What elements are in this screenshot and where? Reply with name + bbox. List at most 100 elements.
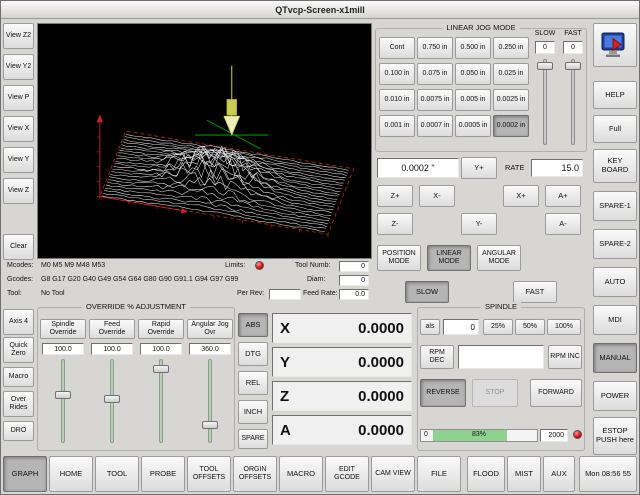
rpm-dec-button[interactable]: RPM DEC — [420, 345, 454, 369]
slider-handle[interactable] — [565, 62, 581, 70]
home-tab-button[interactable]: HOME — [49, 456, 93, 492]
spindle-forward-button[interactable]: FORWARD — [530, 379, 582, 407]
view-p-button[interactable]: View P — [3, 85, 34, 111]
slider-handle[interactable] — [202, 421, 218, 429]
jog-x-plus-button[interactable]: X+ — [503, 185, 539, 207]
jog-increment-button[interactable]: 0.500 in — [455, 37, 491, 59]
axis-4-tab[interactable]: Axis 4 — [3, 309, 34, 335]
jog-increment-button[interactable]: 0.0007 in — [417, 115, 453, 137]
slider-handle[interactable] — [104, 395, 120, 403]
jog-fast-speed-field[interactable]: 0 — [563, 41, 583, 54]
abs-button[interactable]: ABS — [238, 313, 268, 337]
jog-increment-button[interactable]: 0.750 in — [417, 37, 453, 59]
cam-view-tab-button[interactable]: CAM VIEW — [371, 456, 415, 492]
spare2-button[interactable]: SPARE-2 — [593, 229, 637, 259]
jog-fast-slider[interactable] — [564, 59, 582, 145]
window-titlebar[interactable]: QTvcp-Screen-x1mill — [1, 1, 639, 19]
spare1-button[interactable]: SPARE-1 — [593, 191, 637, 221]
full-button[interactable]: Full — [593, 115, 637, 143]
feed-override-slider[interactable] — [103, 359, 121, 443]
jog-increment-button[interactable]: 0.250 in — [493, 37, 529, 59]
graph-tab-button[interactable]: GRAPH — [3, 456, 47, 492]
quick-zero-tab[interactable]: Quick Zero — [3, 337, 34, 363]
view-z2-button[interactable]: View Z2 — [3, 23, 34, 49]
jog-increment-button-selected[interactable]: 0.0002 in — [493, 115, 529, 137]
position-mode-button[interactable]: POSITION MODE — [377, 245, 421, 271]
jog-y-minus-button[interactable]: Y- — [461, 213, 497, 235]
rapid-override-slider[interactable] — [152, 359, 170, 443]
flood-button[interactable]: FLOOD — [467, 456, 505, 492]
jog-increment-button[interactable]: 0.100 in — [379, 63, 415, 85]
exit-button[interactable] — [593, 23, 637, 67]
jog-a-plus-button[interactable]: A+ — [545, 185, 581, 207]
view-y-button[interactable]: View Y — [3, 147, 34, 173]
macro-tab-button[interactable]: MACRO — [279, 456, 323, 492]
view-y2-button[interactable]: View Y2 — [3, 54, 34, 80]
jog-increment-button[interactable]: 0.0025 in — [493, 89, 529, 111]
spindle-100-button[interactable]: 100% — [547, 319, 581, 335]
rapid-override-button[interactable]: Rapid Override — [138, 319, 184, 339]
rpm-inc-button[interactable]: RPM INC — [548, 345, 582, 369]
jog-slow-button[interactable]: SLOW — [405, 281, 449, 303]
keyboard-button[interactable]: KEY BOARD — [593, 149, 637, 183]
overrides-tab[interactable]: Over Rides — [3, 391, 34, 417]
slider-handle[interactable] — [537, 62, 553, 70]
angular-jog-override-button[interactable]: Angular Jog Ovr — [187, 319, 233, 339]
clear-button[interactable]: Clear — [3, 234, 34, 260]
power-button[interactable]: POWER — [593, 381, 637, 411]
linear-mode-button[interactable]: LINEAR MODE — [427, 245, 471, 271]
jog-z-plus-button[interactable]: Z+ — [377, 185, 413, 207]
macro-tab[interactable]: Macro — [3, 367, 34, 387]
jog-slow-speed-field[interactable]: 0 — [535, 41, 555, 54]
jog-increment-button[interactable]: 0.050 in — [455, 63, 491, 85]
spindle-override-button[interactable]: Spindle Override — [40, 319, 86, 339]
origin-offsets-tab-button[interactable]: ORGIN OFFSETS — [233, 456, 277, 492]
jog-increment-button[interactable]: 0.075 in — [417, 63, 453, 85]
gcode-graphics-viewport[interactable] — [37, 23, 372, 259]
aux-button[interactable]: AUX — [543, 456, 575, 492]
jog-increment-button[interactable]: 0.001 in — [379, 115, 415, 137]
spare-button[interactable]: SPARE — [238, 429, 268, 449]
spindle-50-button[interactable]: 50% — [515, 319, 545, 335]
dro-tab[interactable]: DRO — [3, 421, 34, 441]
mist-button[interactable]: MIST — [507, 456, 541, 492]
jog-increment-button[interactable]: 0.025 in — [493, 63, 529, 85]
jog-increment-button[interactable]: 0.0005 in — [455, 115, 491, 137]
jog-fast-button[interactable]: FAST — [513, 281, 557, 303]
rel-button[interactable]: REL — [238, 371, 268, 395]
jog-increment-button[interactable]: Cont — [379, 37, 415, 59]
jog-increment-button[interactable]: 0.005 in — [455, 89, 491, 111]
tool-offsets-tab-button[interactable]: TOOL OFFSETS — [187, 456, 231, 492]
edit-gcode-tab-button[interactable]: EDIT GCODE — [325, 456, 369, 492]
als-button[interactable]: als — [420, 319, 440, 335]
jog-y-plus-button[interactable]: Y+ — [461, 157, 497, 179]
spindle-stop-button[interactable]: STOP — [472, 379, 518, 407]
jog-x-minus-button[interactable]: X- — [419, 185, 455, 207]
estop-button[interactable]: ESTOP PUSH here — [593, 417, 637, 455]
feed-override-button[interactable]: Feed Override — [89, 319, 135, 339]
angular-mode-button[interactable]: ANGULAR MODE — [477, 245, 521, 271]
jog-increment-button[interactable]: 0.0075 in — [417, 89, 453, 111]
spindle-override-slider[interactable] — [54, 359, 72, 443]
slider-handle[interactable] — [55, 391, 71, 399]
jog-a-minus-button[interactable]: A- — [545, 213, 581, 235]
probe-tab-button[interactable]: PROBE — [141, 456, 185, 492]
jog-slow-slider[interactable] — [536, 59, 554, 145]
jog-z-minus-button[interactable]: Z- — [377, 213, 413, 235]
angular-jog-override-slider[interactable] — [201, 359, 219, 443]
help-button[interactable]: HELP — [593, 81, 637, 109]
mdi-mode-button[interactable]: MDI — [593, 305, 637, 335]
manual-mode-button[interactable]: MANUAL — [593, 343, 637, 373]
jog-increment-button[interactable]: 0.010 in — [379, 89, 415, 111]
file-tab-button[interactable]: FILE — [417, 456, 461, 492]
view-z-button[interactable]: View Z — [3, 178, 34, 204]
tool-tab-button[interactable]: TOOL — [95, 456, 139, 492]
inch-button[interactable]: INCH — [238, 400, 268, 424]
slider-handle[interactable] — [153, 365, 169, 373]
auto-mode-button[interactable]: AUTO — [593, 267, 637, 297]
spindle-reverse-button[interactable]: REVERSE — [420, 379, 466, 407]
spindle-25-button[interactable]: 25% — [483, 319, 513, 335]
dtg-button[interactable]: DTG — [238, 342, 268, 366]
view-x-button[interactable]: View X — [3, 116, 34, 142]
dro-axis-x: X 0.0000 — [272, 313, 412, 343]
